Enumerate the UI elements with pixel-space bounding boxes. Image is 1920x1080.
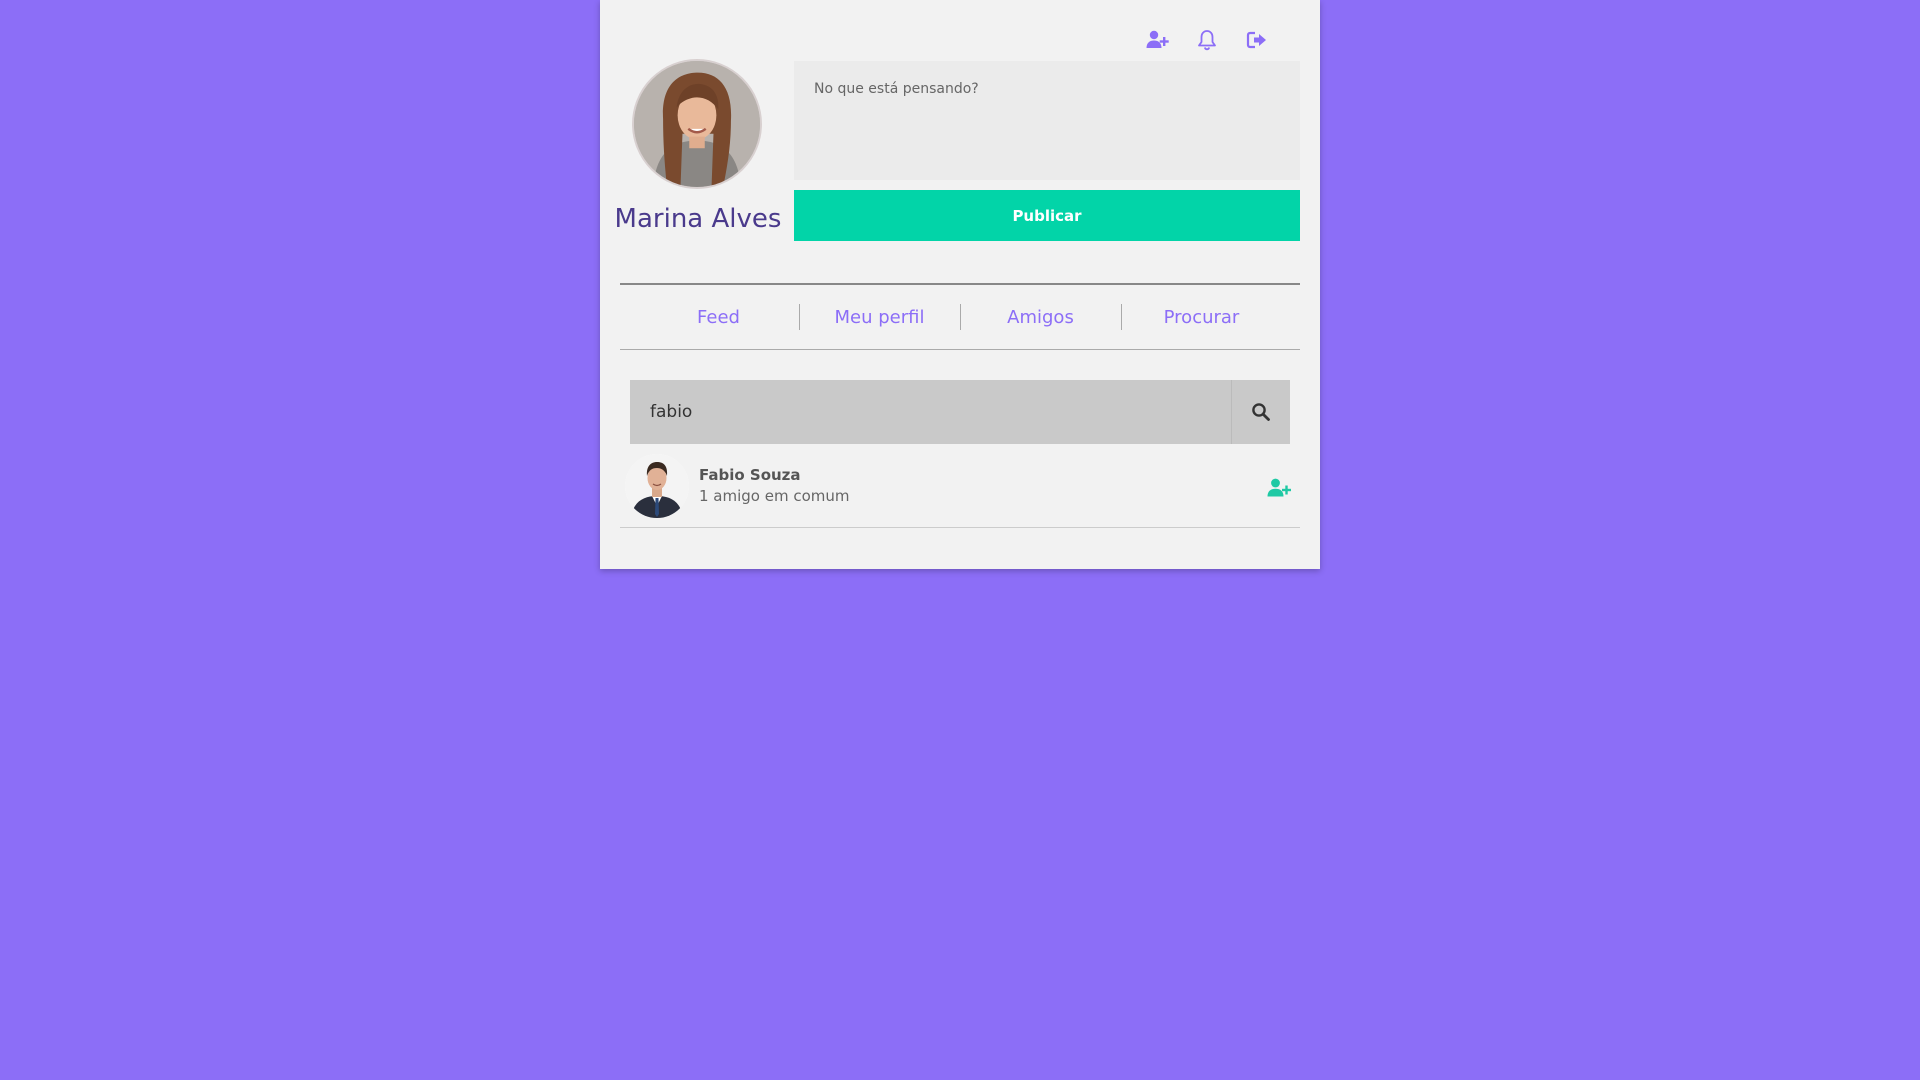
bell-icon	[1198, 30, 1216, 51]
search-bar	[630, 380, 1290, 444]
search-input[interactable]	[630, 380, 1231, 444]
main-nav: Feed Meu perfil Amigos Procurar	[620, 286, 1300, 348]
publish-button[interactable]: Publicar	[794, 190, 1300, 241]
logout-button[interactable]	[1232, 26, 1282, 54]
search-icon	[1252, 403, 1270, 421]
add-friend-button[interactable]	[1266, 476, 1292, 500]
result-avatar[interactable]	[625, 454, 689, 518]
profile-avatar[interactable]	[632, 59, 762, 189]
profile-name: Marina Alves	[614, 204, 782, 234]
nav-divider-top	[620, 283, 1300, 285]
header-actions	[1132, 26, 1282, 54]
result-photo	[625, 454, 689, 518]
add-user-icon	[1267, 478, 1291, 497]
add-user-icon	[1146, 30, 1169, 48]
search-result-row[interactable]: Fabio Souza 1 amigo em comum	[620, 452, 1300, 528]
main-card: Marina Alves Publicar Feed Meu perfil Am…	[600, 0, 1320, 569]
nav-search[interactable]: Procurar	[1122, 307, 1282, 328]
result-mutual-friends: 1 amigo em comum	[699, 487, 850, 505]
search-button[interactable]	[1231, 380, 1290, 444]
profile-photo	[634, 61, 760, 187]
friend-requests-button[interactable]	[1132, 26, 1182, 54]
nav-my-profile[interactable]: Meu perfil	[800, 307, 960, 328]
nav-feed[interactable]: Feed	[639, 307, 799, 328]
post-textarea[interactable]	[794, 61, 1300, 180]
result-name[interactable]: Fabio Souza	[699, 466, 801, 484]
notifications-button[interactable]	[1182, 26, 1232, 54]
nav-divider-bottom	[620, 349, 1300, 350]
sign-out-icon	[1246, 31, 1266, 49]
nav-friends[interactable]: Amigos	[961, 307, 1121, 328]
